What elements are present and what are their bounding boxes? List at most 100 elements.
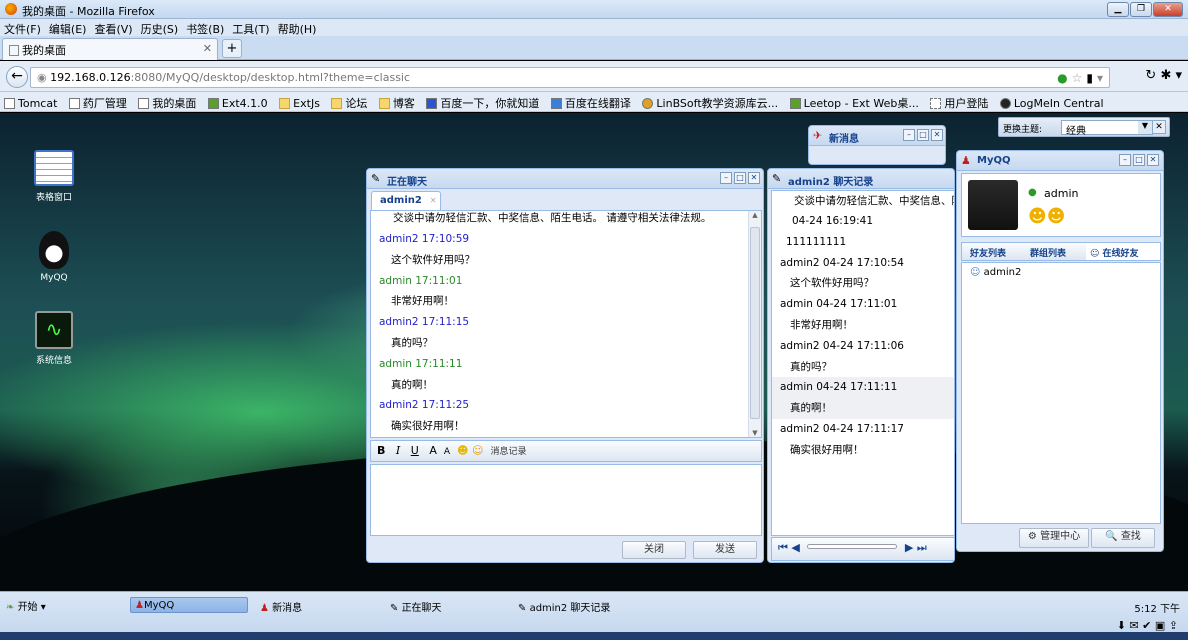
close-button[interactable]: ✕ xyxy=(1147,154,1159,166)
scroll-thumb[interactable] xyxy=(750,227,760,419)
tab-admin2[interactable]: admin2 ✕ xyxy=(371,191,441,210)
minimize-button[interactable]: – xyxy=(720,172,732,184)
menu-history[interactable]: 历史(S) xyxy=(137,19,183,37)
back-button[interactable]: ← xyxy=(6,66,28,88)
bookmark-blog[interactable]: 博客 xyxy=(378,95,415,111)
menu-help[interactable]: 帮助(H) xyxy=(274,19,321,37)
search-button[interactable]: 🔍 查找 xyxy=(1091,528,1155,548)
star-icon[interactable]: ☆ xyxy=(1072,71,1083,85)
logmein-icon xyxy=(999,98,1011,109)
history-text: 真的啊！ xyxy=(790,402,832,415)
scroll-down-icon[interactable]: ▼ xyxy=(749,429,761,437)
italic-button[interactable]: I xyxy=(396,444,400,457)
tab-online[interactable]: ☺ 在线好友 xyxy=(1086,243,1160,260)
chat-icon: ✎ xyxy=(390,603,402,614)
task-history[interactable]: ✎ admin2 聊天记录 xyxy=(514,597,654,614)
menu-edit[interactable]: 编辑(E) xyxy=(45,19,91,37)
history-entry: admin2 04-24 17:11:06 真的吗？ xyxy=(772,336,954,378)
reload-icon[interactable]: ↻ ✱ ▾ xyxy=(1145,68,1182,83)
font-grow-button[interactable]: A xyxy=(429,444,437,457)
theme-select[interactable]: 经典 ▼ xyxy=(1061,120,1153,137)
bold-button[interactable]: B xyxy=(377,444,385,457)
maximize-button[interactable]: □ xyxy=(1133,154,1145,166)
maximize-button[interactable]: □ xyxy=(734,172,746,184)
online-status-icon: ● xyxy=(1028,187,1037,198)
format-toolbar: B I U A A ☻ ☺ 消息记录 xyxy=(370,440,762,462)
bookmark-logmein[interactable]: LogMeIn Central xyxy=(999,97,1104,110)
font-shrink-button[interactable]: A xyxy=(444,447,450,457)
download-icon[interactable]: ⬇ xyxy=(1117,619,1126,632)
start-button[interactable]: ❧ 开始 ▾ xyxy=(6,598,46,613)
maximize-button[interactable]: □ xyxy=(917,129,929,141)
underline-button[interactable]: U xyxy=(411,444,419,457)
menu-view[interactable]: 查看(V) xyxy=(90,19,136,37)
history-link[interactable]: 消息记录 xyxy=(490,447,526,457)
prev-page-icon[interactable]: ◀ xyxy=(791,541,799,554)
close-chat-button[interactable]: 关闭 xyxy=(622,541,686,559)
close-button[interactable]: ✕ xyxy=(931,129,943,141)
avatar[interactable] xyxy=(968,180,1018,230)
minimize-button[interactable]: ▁ xyxy=(1107,2,1129,17)
bookmark-pharma[interactable]: 药厂管理 xyxy=(68,95,127,111)
message-text: 这个软件好用吗？ xyxy=(391,253,475,266)
mail-icon[interactable]: ✉ xyxy=(1129,619,1138,632)
tab-close-icon[interactable]: ✕ xyxy=(203,42,212,55)
first-page-icon[interactable]: ⏮ xyxy=(778,541,788,554)
device-icon[interactable]: ▮ xyxy=(1086,71,1093,85)
bookmark-desktop[interactable]: 我的桌面 xyxy=(138,95,196,111)
go-icon[interactable]: ● xyxy=(1057,71,1067,85)
send-button[interactable]: 发送 xyxy=(693,541,757,559)
minimize-button[interactable]: – xyxy=(903,129,915,141)
chat-scrollbar[interactable]: ▲ ▼ xyxy=(748,211,761,437)
bookmark-baidu[interactable]: 百度一下，你就知道 xyxy=(426,95,539,111)
close-button[interactable]: ✕ xyxy=(748,172,760,184)
menu-tools[interactable]: 工具(T) xyxy=(228,19,273,37)
tool-icon[interactable]: ✔ xyxy=(1142,619,1151,632)
users-icon: ☺ xyxy=(1090,249,1103,259)
menu-bookmarks[interactable]: 书签(B) xyxy=(182,19,228,37)
tab-desktop[interactable]: 我的桌面 ✕ xyxy=(2,38,218,60)
desktop-icon-table[interactable]: 表格窗口 xyxy=(19,150,89,203)
bookmark-ext41[interactable]: Ext4.1.0 xyxy=(207,97,268,110)
bookmark-label: 用户登陆 xyxy=(944,97,989,110)
task-new-message[interactable]: ♟ 新消息 xyxy=(256,597,374,614)
bookmark-login[interactable]: 用户登陆 xyxy=(930,95,988,111)
next-page-icon[interactable]: ▶ xyxy=(905,541,913,554)
bookmark-icon xyxy=(68,98,80,109)
bookmark-linbsoft[interactable]: LinBSoft教学资源库云... xyxy=(642,95,778,111)
friend-item[interactable]: ☺ admin2 xyxy=(970,267,1021,278)
bookmark-translate[interactable]: 百度在线翻译 xyxy=(550,95,631,111)
close-icon[interactable]: ✕ xyxy=(1152,120,1166,134)
desktop-icon-sysinfo[interactable]: ∿ 系统信息 xyxy=(19,311,89,366)
last-page-icon[interactable]: ⏭ xyxy=(917,541,927,554)
manage-center-button[interactable]: ⚙ 管理中心 xyxy=(1019,528,1089,548)
tab-close-icon[interactable]: ✕ xyxy=(430,196,437,205)
bookmark-tomcat[interactable]: Tomcat xyxy=(4,97,57,110)
emoji-icon[interactable]: ☻☻ xyxy=(1028,206,1066,227)
task-myqq[interactable]: ♟MyQQ xyxy=(130,597,248,613)
window-icon[interactable]: ▣ xyxy=(1155,619,1165,632)
close-button[interactable]: ✕ xyxy=(1153,2,1183,17)
bookmark-forum[interactable]: 论坛 xyxy=(331,95,367,111)
scroll-up-icon[interactable]: ▲ xyxy=(749,211,761,219)
desktop-icon-myqq[interactable]: MyQQ xyxy=(19,231,89,283)
message-input[interactable] xyxy=(370,464,762,536)
bookmark-leetop[interactable]: Leetop - Ext Web桌... xyxy=(789,95,919,111)
menu-file[interactable]: 文件(F) xyxy=(0,19,45,37)
tab-friends[interactable]: 好友列表 xyxy=(970,246,1006,259)
emoji-icon[interactable]: ☺ xyxy=(472,444,483,457)
share-icon[interactable]: ⇪ xyxy=(1169,619,1178,632)
new-tab-button[interactable]: + xyxy=(222,39,242,58)
task-chatting[interactable]: ✎ 正在聊天 xyxy=(386,597,504,614)
minimize-button[interactable]: – xyxy=(1119,154,1131,166)
tab-groups[interactable]: 群组列表 xyxy=(1030,246,1066,259)
history-entry: admin 04-24 17:11:11 真的啊！ xyxy=(772,377,954,419)
smiley-icon[interactable]: ☻ xyxy=(457,444,468,457)
dropdown-icon[interactable]: ▾ xyxy=(1097,71,1103,85)
history-header: admin 04-24 17:11:11 xyxy=(780,381,898,394)
desktop-icon-label: 系统信息 xyxy=(35,356,72,366)
page-slider[interactable] xyxy=(807,544,898,549)
bookmark-extjs[interactable]: ExtJs xyxy=(279,97,320,110)
url-bar[interactable]: ◉ 192.168.0.126:8080/MyQQ/desktop/deskto… xyxy=(30,67,1110,88)
maximize-button[interactable]: ❐ xyxy=(1130,2,1152,17)
